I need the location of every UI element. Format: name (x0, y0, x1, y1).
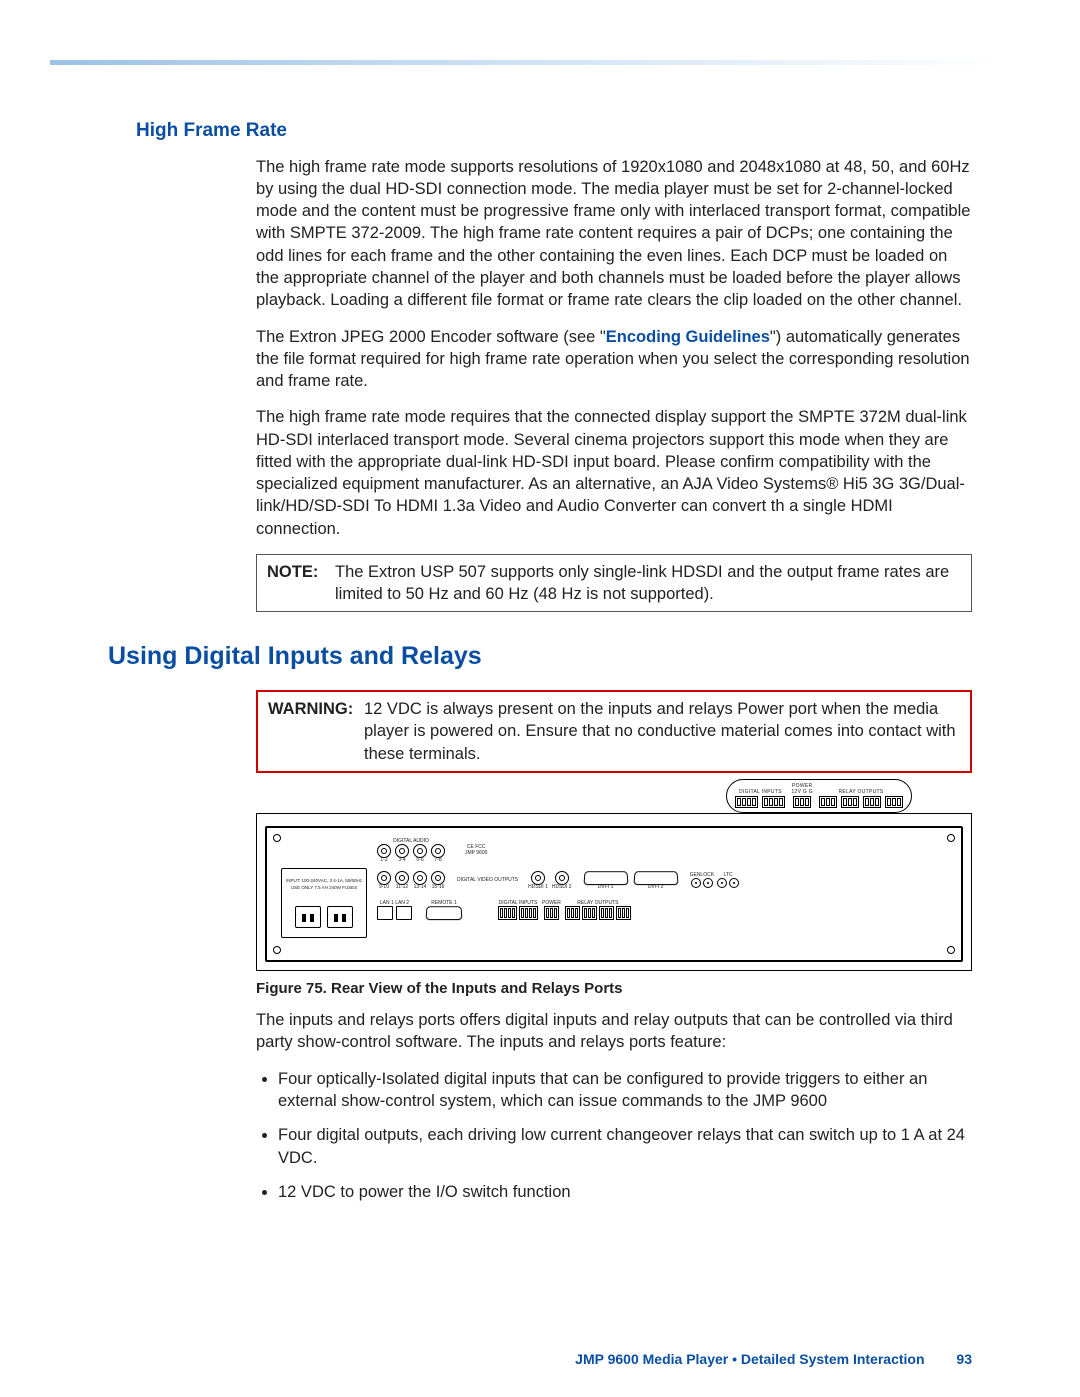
pair-label: 5-6 (416, 858, 423, 863)
relay-terminal-block: DIGITAL INPUTS POWER RELAY OUTPUTS (498, 901, 631, 920)
bnc-connector-icon (531, 871, 545, 885)
callout-relay-outputs-label: RELAY OUTPUTS (838, 790, 883, 795)
footer-text: JMP 9600 Media Player • Detailed System … (575, 1351, 924, 1367)
bnc-connector-icon (691, 878, 701, 888)
dvo-label: DIGITAL VIDEO OUTPUTS (457, 878, 518, 883)
bnc-connector-icon (377, 871, 391, 885)
relay-body: WARNING: 12 VDC is always present on the… (256, 690, 972, 1203)
callout-digital-inputs-label: DIGITAL INPUTS (739, 790, 782, 795)
hfr-body: The high frame rate mode supports resolu… (256, 156, 972, 613)
page-footer: JMP 9600 Media Player • Detailed System … (0, 1350, 972, 1369)
callout-power-sub: 12V G G (791, 790, 813, 795)
page-number: 93 (956, 1351, 972, 1367)
list-item: 12 VDC to power the I/O switch function (278, 1181, 972, 1203)
note-label: NOTE: (267, 561, 335, 606)
bnc-connector-icon (395, 871, 409, 885)
pair-label: 3-4 (398, 858, 405, 863)
bnc-connector-icon (413, 844, 427, 858)
power-input-block: INPUT: 100-240VAC, 3.4-1A, 50/60Hz USE O… (281, 868, 367, 938)
warning-box: WARNING: 12 VDC is always present on the… (256, 690, 972, 773)
screw-icon (273, 834, 281, 842)
relay-bullet-list: Four optically-Isolated digital inputs t… (278, 1068, 972, 1203)
figure-title: Rear View of the Inputs and Relays Ports (327, 980, 623, 997)
pair-label: 13-14 (414, 885, 427, 890)
warning-label: WARNING: (268, 698, 364, 765)
pair-label: 9-10 (379, 885, 389, 890)
note-box: NOTE: The Extron USP 507 supports only s… (256, 554, 972, 613)
bnc-connector-icon (431, 871, 445, 885)
heading-high-frame-rate: High Frame Rate (136, 118, 972, 144)
rj45-icon (396, 906, 412, 920)
bnc-connector-icon (703, 878, 713, 888)
bnc-connector-icon (377, 844, 391, 858)
power-spec-label: INPUT: 100-240VAC, 3.4-1A, 50/60Hz USE O… (284, 878, 364, 890)
heading-using-digital-inputs: Using Digital Inputs and Relays (108, 640, 972, 674)
screw-icon (273, 946, 281, 954)
figure-rear-panel: INPUT: 100-240VAC, 3.4-1A, 50/60Hz USE O… (256, 813, 972, 971)
pair-label: 7-8 (434, 858, 441, 863)
hdsdi-label: HDSDI 2 (552, 885, 572, 890)
figure-caption: Figure 75. Rear View of the Inputs and R… (256, 979, 972, 999)
bnc-connector-icon (431, 844, 445, 858)
hfr-p2-pre: The Extron JPEG 2000 Encoder software (s… (256, 328, 606, 346)
screw-icon (947, 834, 955, 842)
rear-panel-diagram: INPUT: 100-240VAC, 3.4-1A, 50/60Hz USE O… (265, 826, 963, 962)
hfr-paragraph-2: The Extron JPEG 2000 Encoder software (s… (256, 326, 972, 393)
bnc-connector-icon (395, 844, 409, 858)
iec-inlet-icon (295, 906, 321, 928)
list-item: Four optically-Isolated digital inputs t… (278, 1068, 972, 1113)
warning-text: 12 VDC is always present on the inputs a… (364, 698, 960, 765)
bnc-connector-icon (729, 878, 739, 888)
dvi-connector-icon (633, 872, 678, 886)
bnc-connector-icon (555, 871, 569, 885)
page: High Frame Rate The high frame rate mode… (0, 0, 1080, 1397)
model-label: JMP 9600 (465, 851, 487, 856)
rj45-icon (377, 906, 393, 920)
encoding-guidelines-link[interactable]: Encoding Guidelines (606, 328, 770, 346)
screw-icon (947, 946, 955, 954)
callout-bubble: DIGITAL INPUTS POWER 12V G G RELAY OUTPU… (726, 779, 912, 813)
bnc-connector-icon (413, 871, 427, 885)
hdsdi-label: HDSDI 1 (528, 885, 548, 890)
header-gradient-bar (50, 60, 1000, 65)
dvi-connector-icon (583, 872, 628, 886)
hfr-paragraph-1: The high frame rate mode supports resolu… (256, 156, 972, 312)
dvi-label: DVI-I 2 (648, 885, 664, 890)
relay-intro: The inputs and relays ports offers digit… (256, 1009, 972, 1054)
note-text: The Extron USP 507 supports only single-… (335, 561, 961, 606)
iec-inlet-icon (327, 906, 353, 928)
hfr-paragraph-3: The high frame rate mode requires that t… (256, 406, 972, 540)
pair-label: 15-16 (432, 885, 445, 890)
pair-label: 11-12 (396, 885, 408, 890)
db9-connector-icon (426, 907, 463, 921)
figure-number: Figure 75. (256, 980, 327, 997)
dvi-label: DVI-I 1 (598, 885, 614, 890)
list-item: Four digital outputs, each driving low c… (278, 1124, 972, 1169)
pair-label: 1-2 (380, 858, 387, 863)
bnc-connector-icon (717, 878, 727, 888)
